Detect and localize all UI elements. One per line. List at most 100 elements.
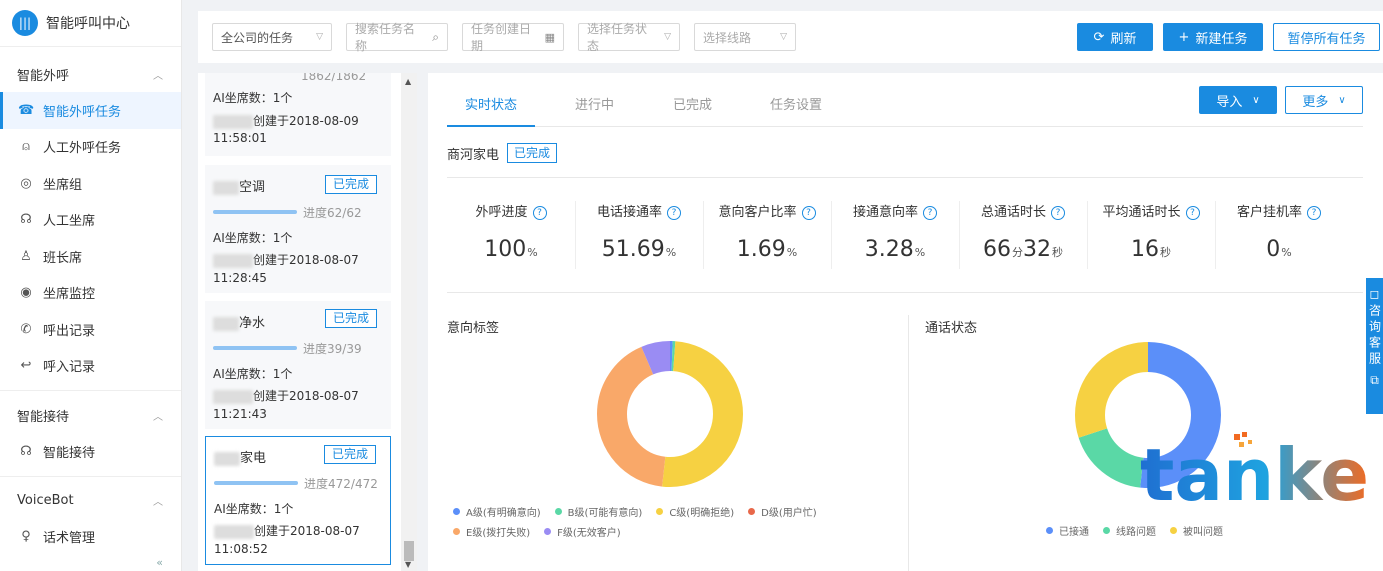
task-agents: AI坐席数：1个 bbox=[213, 91, 293, 105]
sidebar-item-supervisor[interactable]: ♙ 班长席 bbox=[0, 238, 181, 275]
legend-item[interactable]: 已接通 bbox=[1046, 520, 1089, 540]
sidebar: ||| 智能呼叫中心 智能外呼 ︿ ☎ 智能外呼任务 ⍝ 人工外呼任务 ◎ 坐席组 ☊ 人… bbox=[0, 0, 182, 571]
help-icon[interactable]: ? bbox=[1051, 206, 1065, 220]
sidebar-item-agent-group[interactable]: ◎ 坐席组 bbox=[0, 165, 181, 202]
tab-realtime[interactable]: 实时状态 bbox=[465, 94, 517, 113]
help-icon[interactable]: ? bbox=[801, 206, 816, 220]
task-created-time: 11:08:52 bbox=[214, 542, 268, 556]
status-badge: 已完成 bbox=[507, 143, 558, 163]
legend-dot bbox=[453, 507, 460, 515]
collapse-sidebar-icon[interactable]: « bbox=[156, 556, 163, 569]
supervisor-icon: ♙ bbox=[20, 248, 32, 264]
help-icon[interactable]: ? bbox=[1185, 206, 1200, 220]
consult-service-tab[interactable]: ◻ 咨询客服 ⧉ bbox=[1366, 278, 1383, 414]
legend-item[interactable]: 线路问题 bbox=[1103, 520, 1156, 540]
help-icon[interactable]: ? bbox=[667, 206, 681, 220]
stat-value: 16 bbox=[1131, 237, 1159, 262]
new-task-button[interactable]: + 新建任务 bbox=[1163, 23, 1263, 51]
stat-value: 51.69 bbox=[601, 237, 665, 262]
task-header: 商河家电 已完成 bbox=[447, 143, 558, 163]
legend-item[interactable]: A级(有明确意向) bbox=[453, 501, 541, 521]
sidebar-item-manual-outbound-task[interactable]: ⍝ 人工外呼任务 bbox=[0, 129, 181, 166]
legend-item[interactable]: 被叫问题 bbox=[1170, 520, 1223, 540]
stat-connect-intent-rate: 接通意向率? 3.28% bbox=[831, 201, 959, 271]
chevron-up-icon: ︿ bbox=[153, 411, 163, 423]
group-voicebot[interactable]: VoiceBot ︿ bbox=[0, 483, 181, 519]
import-button[interactable]: 导入 ∨ bbox=[1199, 86, 1277, 114]
task-agents: AI坐席数：1个 bbox=[213, 231, 293, 245]
scrollbar-thumb[interactable] bbox=[404, 541, 414, 561]
legend-label: F级(无效客户) bbox=[557, 527, 621, 539]
task-scope-select[interactable]: 全公司的任务 ▽ bbox=[212, 23, 332, 51]
stat-unit: 分 bbox=[1012, 246, 1023, 259]
tab-task-settings[interactable]: 任务设置 bbox=[770, 94, 822, 113]
legend-item[interactable]: B级(可能有意向) bbox=[554, 501, 643, 521]
blurred-text bbox=[213, 114, 253, 129]
divider bbox=[0, 390, 181, 391]
stat-value: 66 bbox=[983, 237, 1011, 262]
sidebar-item-label: 智能外呼任务 bbox=[43, 104, 122, 120]
sidebar-item-label: 坐席组 bbox=[43, 177, 83, 193]
tab-in-progress[interactable]: 进行中 bbox=[575, 94, 614, 113]
legend-item[interactable]: E级(拨打失败) bbox=[453, 521, 530, 541]
task-card-selected[interactable]: 家电 已完成 进度472/472 AI坐席数：1个 创建于2018-08-07 … bbox=[205, 436, 391, 565]
task-created-time: 11:28:45 bbox=[213, 271, 267, 285]
blurred-text bbox=[214, 451, 240, 466]
line-select[interactable]: 选择线路 ▽ bbox=[694, 23, 796, 51]
status-placeholder: 选择任务状态 bbox=[587, 22, 648, 53]
task-created: 创建于2018-08-09 bbox=[253, 114, 359, 128]
blurred-text bbox=[213, 316, 239, 331]
stat-outbound-progress: 外呼进度? 100% bbox=[447, 201, 575, 271]
sidebar-item-smart-outbound-task[interactable]: ☎ 智能外呼任务 bbox=[0, 92, 181, 129]
legend-label: B级(可能有意向) bbox=[567, 507, 643, 519]
help-icon[interactable]: ? bbox=[532, 206, 547, 220]
create-date-picker[interactable]: 任务创建日期 ▦ bbox=[462, 22, 564, 53]
refresh-button[interactable]: ⟳ 刷新 bbox=[1077, 23, 1153, 51]
scroll-up-icon[interactable]: ▲ bbox=[405, 77, 411, 86]
app-logo[interactable]: ||| 智能呼叫中心 bbox=[0, 0, 181, 47]
sidebar-item-manual-agent[interactable]: ☊ 人工坐席 bbox=[0, 202, 181, 239]
task-card[interactable]: 1862/1862 AI坐席数：1个 创建于2018-08-09 11:58:0… bbox=[205, 73, 391, 156]
group-smart-reception[interactable]: 智能接待 ︿ bbox=[0, 397, 181, 433]
task-title: 商河家电 bbox=[447, 147, 500, 163]
stat-total-duration: 总通话时长? 66分32秒 bbox=[959, 201, 1087, 271]
task-card[interactable]: 空调 已完成 进度62/62 AI坐席数：1个 创建于2018-08-07 11… bbox=[205, 165, 391, 293]
help-icon[interactable]: ? bbox=[923, 206, 937, 220]
task-list-scrollbar[interactable]: ▲ ▼ bbox=[401, 73, 417, 571]
sidebar-item-script-management[interactable]: ♀ 话术管理 bbox=[0, 519, 181, 556]
chevron-down-icon: ∨ bbox=[1338, 94, 1346, 106]
task-progress-text: 进度39/39 bbox=[303, 342, 362, 356]
group-smart-outbound[interactable]: 智能外呼 ︿ bbox=[0, 56, 181, 92]
more-button[interactable]: 更多 ∨ bbox=[1285, 86, 1363, 114]
sidebar-item-agent-monitor[interactable]: ◉ 坐席监控 bbox=[0, 275, 181, 312]
sidebar-item-outbound-record[interactable]: ✆ 呼出记录 bbox=[0, 311, 181, 348]
task-scope-value: 全公司的任务 bbox=[221, 30, 294, 45]
task-list: 1862/1862 AI坐席数：1个 创建于2018-08-09 11:58:0… bbox=[198, 73, 417, 571]
pause-all-label: 暂停所有任务 bbox=[1287, 31, 1366, 47]
sidebar-item-inbound-record[interactable]: ↩ 呼入记录 bbox=[0, 348, 181, 385]
sidebar-item-smart-reception[interactable]: ☊ 智能接待 bbox=[0, 433, 181, 470]
status-badge: 已完成 bbox=[324, 309, 377, 328]
stat-unit: % bbox=[786, 246, 798, 259]
stat-label: 接通意向率 bbox=[852, 205, 918, 220]
scroll-down-icon[interactable]: ▼ bbox=[405, 560, 411, 569]
intent-donut-chart bbox=[597, 341, 743, 487]
chevron-down-icon: ▽ bbox=[780, 32, 787, 42]
agent-icon: ☊ bbox=[20, 212, 32, 228]
task-status-select[interactable]: 选择任务状态 ▽ bbox=[578, 22, 680, 53]
task-search-input[interactable]: 搜索任务名称 ⌕ bbox=[346, 22, 448, 53]
task-card[interactable]: 净水 已完成 进度39/39 AI坐席数：1个 创建于2018-08-07 11… bbox=[205, 301, 391, 429]
legend-label: D级(用户忙) bbox=[761, 507, 817, 519]
tab-completed[interactable]: 已完成 bbox=[673, 94, 712, 113]
tanke-watermark-logo: tanke bbox=[1140, 432, 1369, 512]
pause-all-button[interactable]: 暂停所有任务 bbox=[1273, 23, 1380, 51]
help-icon[interactable]: ? bbox=[1307, 206, 1321, 220]
task-name: 家电 bbox=[240, 451, 267, 466]
legend-item[interactable]: C级(明确拒绝) bbox=[656, 501, 734, 521]
calendar-icon: ▦ bbox=[544, 30, 555, 44]
blurred-text bbox=[214, 524, 254, 539]
legend-dot bbox=[748, 507, 756, 515]
legend-item[interactable]: D级(用户忙) bbox=[748, 501, 817, 521]
legend-item[interactable]: F级(无效客户) bbox=[544, 521, 621, 541]
stat-unit: % bbox=[527, 246, 538, 259]
